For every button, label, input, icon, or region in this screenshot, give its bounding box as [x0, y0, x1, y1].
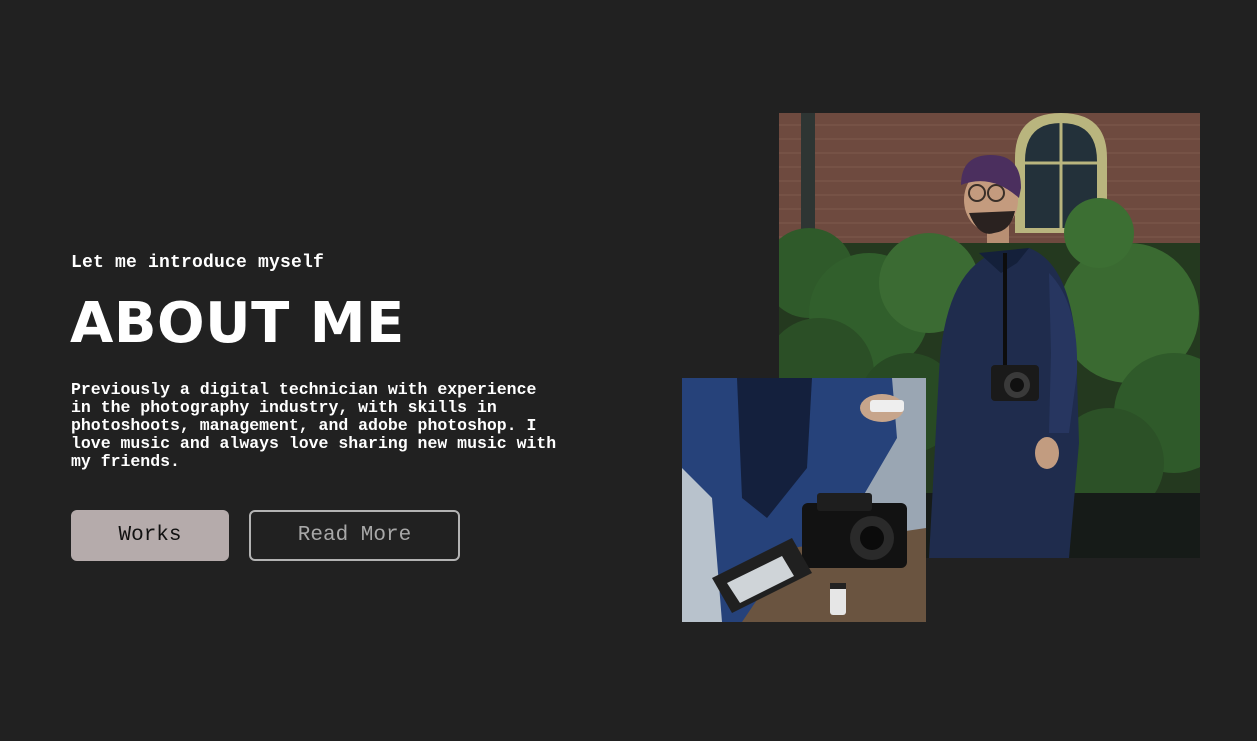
- intro-text: Let me introduce myself: [71, 253, 325, 273]
- about-section: Let me introduce myself ABOUT ME Previou…: [0, 0, 1257, 741]
- camera-photo-illustration: [682, 378, 926, 622]
- camera-photo: [682, 378, 926, 622]
- read-more-button[interactable]: Read More: [249, 510, 460, 561]
- bio-text: Previously a digital technician with exp…: [71, 380, 557, 471]
- page-title: ABOUT ME: [70, 291, 405, 356]
- works-button[interactable]: Works: [71, 510, 229, 561]
